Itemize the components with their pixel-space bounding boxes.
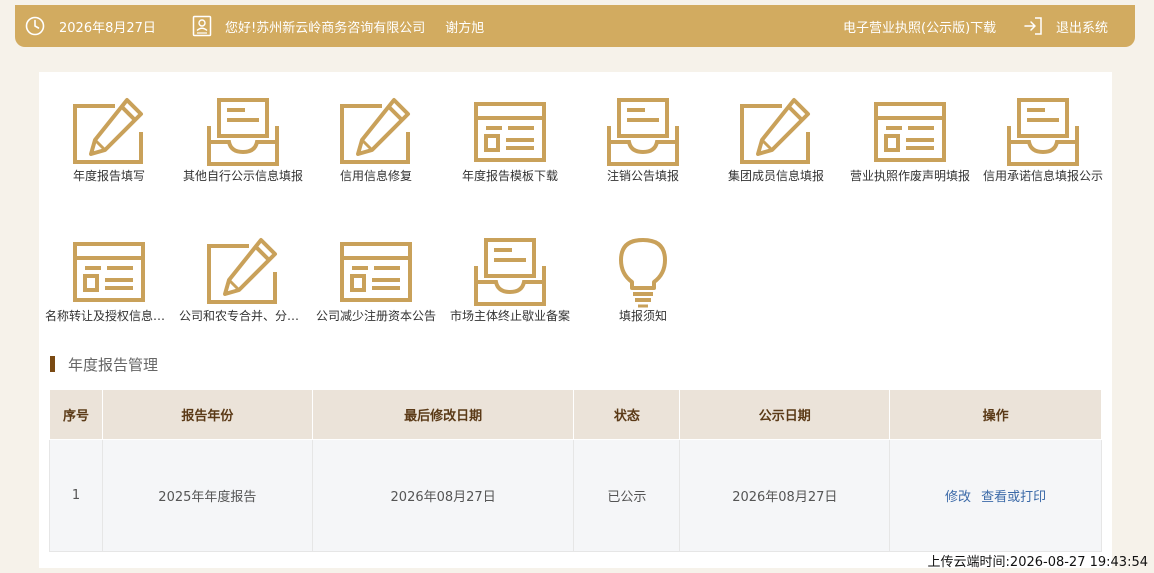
- tile-filing-guide[interactable]: 填报须知: [583, 212, 703, 323]
- tile-cancellation-notice[interactable]: 注销公告填报: [583, 72, 703, 183]
- table-header-row: 序号 报告年份 最后修改日期 状态 公示日期 操作: [49, 389, 1102, 440]
- tile-group-members[interactable]: 集团成员信息填报: [716, 72, 836, 183]
- form-icon: [472, 96, 548, 168]
- greeting-text: 您好!苏州新云岭商务咨询有限公司: [225, 20, 426, 36]
- date-area: 2026年8月27日: [25, 5, 156, 47]
- license-download-link[interactable]: 电子营业执照(公示版)下载: [843, 5, 996, 47]
- cell-index: 1: [49, 439, 103, 552]
- user-name: 谢方旭: [445, 20, 485, 36]
- tile-label: 年度报告填写: [72, 169, 145, 183]
- tile-credit-commitment[interactable]: 信用承诺信息填报公示: [983, 72, 1103, 183]
- logout-button[interactable]: 退出系统: [1023, 5, 1108, 47]
- tile-label: 信用信息修复: [339, 169, 412, 183]
- lightbulb-icon: [605, 236, 681, 308]
- tile-name-transfer[interactable]: 名称转让及授权信息填报: [45, 212, 173, 323]
- tile-credit-repair[interactable]: 信用信息修复: [316, 72, 436, 183]
- inbox-icon: [1005, 96, 1081, 168]
- tile-label: 信用承诺信息填报公示: [982, 169, 1103, 183]
- tile-merger-notice[interactable]: 公司和农专合并、分立公告: [179, 212, 307, 323]
- top-bar: 2026年8月27日 您好!苏州新云岭商务咨询有限公司 谢方旭 电子营业执照(公…: [15, 5, 1135, 47]
- main-panel: 年度报告填写 其他自行公示信息填报 信用信息修复 年度报告模板下载 注销公告填报…: [39, 72, 1112, 568]
- column-header: 报告年份: [101, 389, 313, 440]
- annual-report-table: 序号 报告年份 最后修改日期 状态 公示日期 操作 1 2025年年度报告 20…: [49, 389, 1102, 552]
- tile-other-info[interactable]: 其他自行公示信息填报: [183, 72, 303, 183]
- tile-label: 公司减少注册资本公告: [315, 309, 436, 323]
- section-title-text: 年度报告管理: [68, 355, 159, 374]
- view-print-link[interactable]: 查看或打印: [981, 490, 1046, 505]
- logout-icon[interactable]: [1023, 15, 1043, 37]
- tile-label: 营业执照作废声明填报: [849, 169, 970, 183]
- tile-license-void[interactable]: 营业执照作废声明填报: [850, 72, 970, 183]
- tile-label: 名称转让及授权信息填报: [45, 309, 173, 323]
- tile-capital-reduction[interactable]: 公司减少注册资本公告: [316, 212, 436, 323]
- current-date: 2026年8月27日: [59, 20, 156, 36]
- tile-label: 其他自行公示信息填报: [182, 169, 303, 183]
- user-card-icon: [192, 15, 212, 37]
- column-header: 最后修改日期: [311, 389, 575, 440]
- tile-label: 市场主体终止歇业备案: [449, 309, 570, 323]
- form-icon: [872, 96, 948, 168]
- tile-business-suspension[interactable]: 市场主体终止歇业备案: [450, 212, 570, 323]
- tile-template-download[interactable]: 年度报告模板下载: [450, 72, 570, 183]
- inbox-icon: [205, 96, 281, 168]
- tile-label: 填报须知: [618, 309, 667, 323]
- column-header: 公示日期: [679, 389, 891, 440]
- tile-label: 注销公告填报: [606, 169, 679, 183]
- form-icon: [338, 236, 414, 308]
- column-header: 操作: [889, 389, 1102, 440]
- inbox-icon: [472, 236, 548, 308]
- license-download-label[interactable]: 电子营业执照(公示版)下载: [843, 17, 996, 36]
- pencil-icon: [205, 236, 281, 308]
- cell-publish-date: 2026年08月27日: [679, 439, 891, 552]
- column-header: 序号: [49, 389, 103, 440]
- column-header: 状态: [573, 389, 681, 440]
- pencil-icon: [338, 96, 414, 168]
- edit-link[interactable]: 修改: [945, 490, 971, 505]
- user-area: 您好!苏州新云岭商务咨询有限公司 谢方旭: [192, 5, 484, 47]
- cell-report-year: 2025年年度报告: [101, 439, 313, 552]
- tile-label: 年度报告模板下载: [461, 169, 558, 183]
- tile-label: 公司和农专合并、分立公告: [179, 309, 307, 323]
- cell-status: 已公示: [573, 439, 681, 552]
- clock-icon: [25, 16, 45, 36]
- cell-actions: 修改 查看或打印: [889, 439, 1102, 552]
- logout-label[interactable]: 退出系统: [1056, 17, 1108, 36]
- tile-label: 集团成员信息填报: [727, 169, 824, 183]
- table-row: 1 2025年年度报告 2026年08月27日 已公示 2026年08月27日 …: [49, 439, 1102, 552]
- section-title: 年度报告管理: [50, 354, 158, 374]
- tile-annual-report-fill[interactable]: 年度报告填写: [49, 72, 169, 183]
- pencil-icon: [71, 96, 147, 168]
- section-marker: [50, 356, 55, 372]
- upload-time: 上传云端时间:2026-08-27 19:43:54: [927, 555, 1148, 570]
- inbox-icon: [605, 96, 681, 168]
- cell-modified-date: 2026年08月27日: [311, 439, 575, 552]
- pencil-icon: [738, 96, 814, 168]
- form-icon: [71, 236, 147, 308]
